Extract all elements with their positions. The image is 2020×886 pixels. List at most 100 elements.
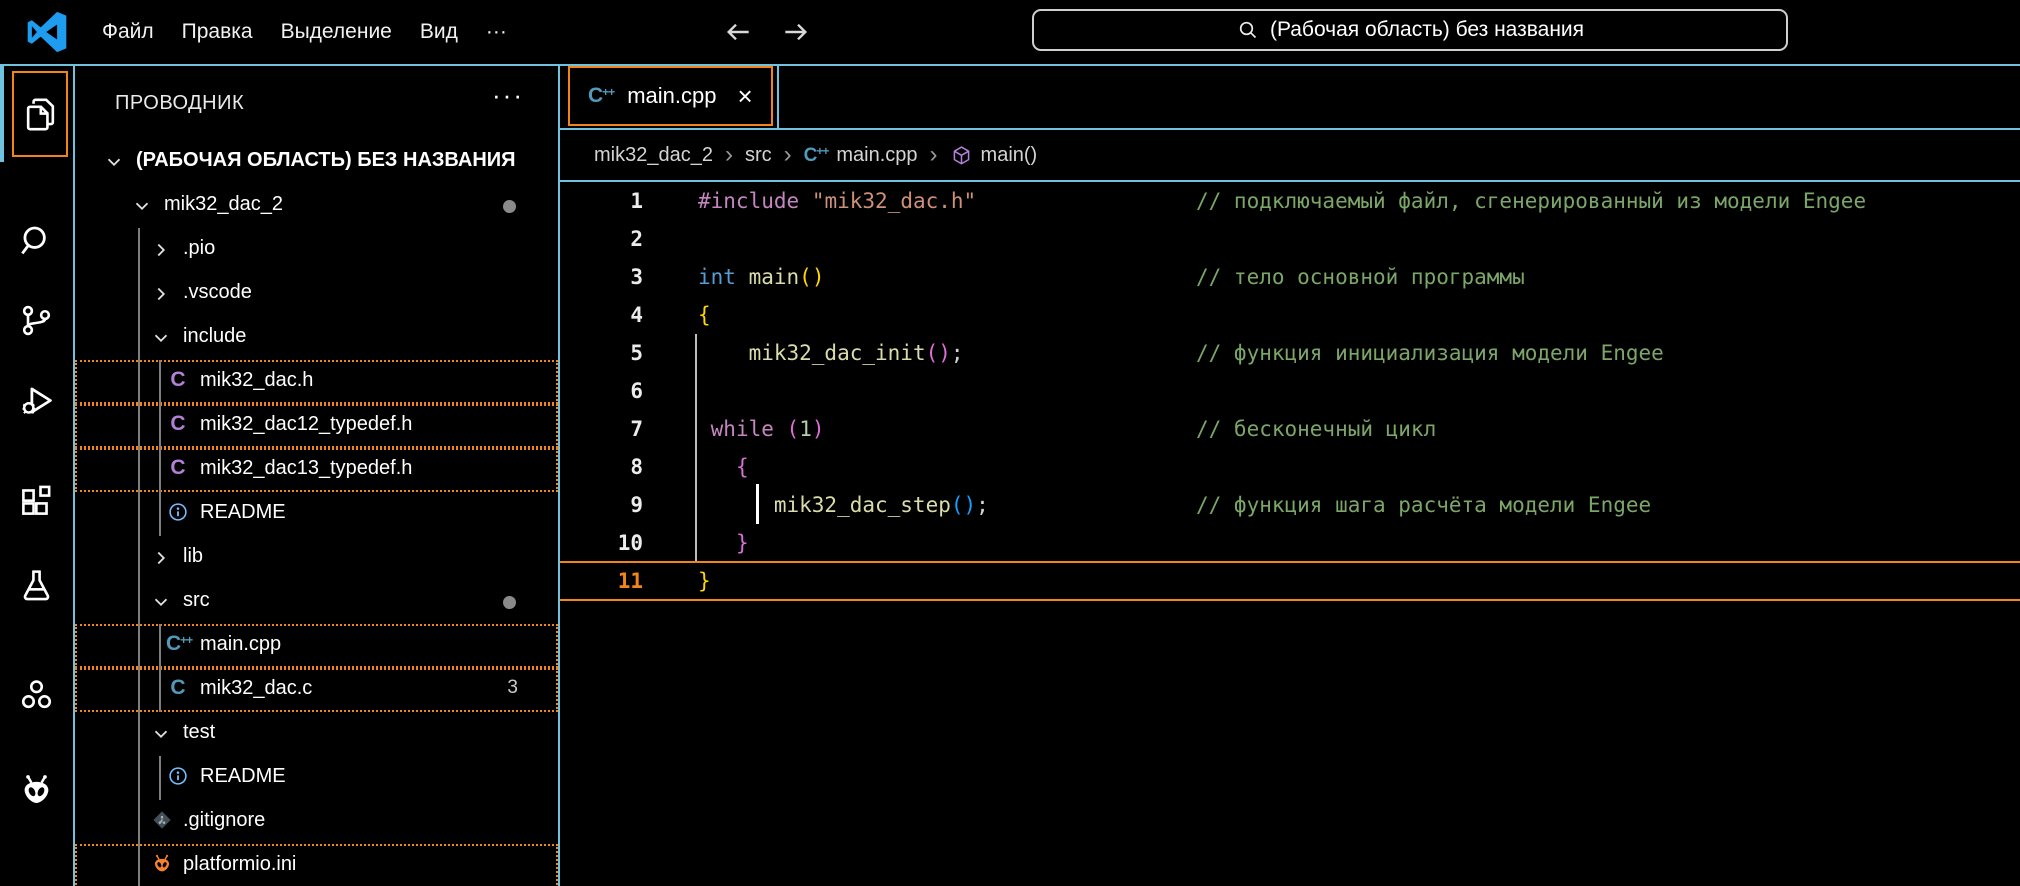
tree-item-main.cpp[interactable]: C++main.cpp (75, 624, 558, 668)
chevron-down-icon (150, 591, 172, 613)
line-number[interactable]: 2 (560, 220, 643, 258)
breadcrumb-separator: › (784, 145, 792, 165)
line-number[interactable]: 4 (560, 296, 643, 334)
chevron-right-icon (150, 239, 172, 261)
tree-item-label: README (200, 501, 286, 524)
modified-dot (503, 596, 516, 609)
breadcrumb-file[interactable]: C++ main.cpp (804, 144, 918, 167)
menu-more[interactable]: ··· (472, 14, 521, 50)
breadcrumb-separator: › (930, 145, 938, 165)
back-arrow-icon[interactable] (722, 16, 754, 48)
tree-item-mik32_dac13_typedef.h[interactable]: Cmik32_dac13_typedef.h (75, 448, 558, 492)
sidebar-more-actions[interactable]: ··· (492, 80, 524, 111)
menu-file[interactable]: Файл (88, 14, 168, 50)
tree-item-(РАБОЧАЯ ОБЛАСТЬ) БЕЗ НАЗВАНИЯ[interactable]: (РАБОЧАЯ ОБЛАСТЬ) БЕЗ НАЗВАНИЯ (75, 140, 558, 184)
line-number[interactable]: 10 (560, 524, 643, 562)
activitybar-circles[interactable] (0, 654, 73, 734)
code-line-9[interactable]: 9 mik32_dac_step();// функция шага расчё… (560, 486, 2020, 524)
chevron-down-icon (150, 723, 172, 745)
line-number[interactable]: 7 (560, 410, 643, 448)
c-source-icon: C (166, 676, 190, 700)
line-number[interactable]: 3 (560, 258, 643, 296)
line-number[interactable]: 9 (560, 486, 643, 524)
activitybar-explorer[interactable] (0, 66, 73, 162)
activitybar-search[interactable] (0, 200, 73, 280)
tree-item-.gitignore[interactable]: .gitignore (75, 800, 558, 844)
tree-item-mik32_dac.h[interactable]: Cmik32_dac.h (75, 360, 558, 404)
menu-selection[interactable]: Выделение (267, 14, 406, 50)
code-editor[interactable]: 1#include "mik32_dac.h"// подключаемый ф… (560, 182, 2020, 600)
symbol-cube-icon (950, 144, 973, 167)
line-number[interactable]: 5 (560, 334, 643, 372)
line-number[interactable]: 8 (560, 448, 643, 486)
three-circles-icon (18, 676, 55, 713)
tree-item-mik32_dac12_typedef.h[interactable]: Cmik32_dac12_typedef.h (75, 404, 558, 448)
tree-item-platformio.ini[interactable]: platformio.ini (75, 844, 558, 886)
tree-item-include[interactable]: include (75, 316, 558, 360)
tree-item-test[interactable]: test (75, 712, 558, 756)
code-line-2[interactable]: 2 (560, 220, 2020, 258)
code-line-3[interactable]: 3 int main() // тело основной программы (560, 258, 2020, 296)
tree-item-.vscode[interactable]: .vscode (75, 272, 558, 316)
tree-item-.pio[interactable]: .pio (75, 228, 558, 272)
tree-item-label: (РАБОЧАЯ ОБЛАСТЬ) БЕЗ НАЗВАНИЯ (136, 149, 516, 172)
activitybar-active-indicator (0, 66, 4, 162)
chevron-down-icon (150, 327, 172, 349)
activitybar-run-debug[interactable] (0, 360, 73, 440)
tree-item-label: platformio.ini (183, 853, 296, 876)
tree-item-label: mik32_dac.h (200, 369, 313, 392)
tree-item-src[interactable]: src (75, 580, 558, 624)
breadcrumb-symbol[interactable]: main() (950, 144, 1038, 167)
tab-close-icon[interactable]: × (737, 81, 752, 112)
files-icon (22, 96, 59, 133)
search-icon (1236, 18, 1260, 42)
breadcrumb-project[interactable]: mik32_dac_2 (594, 144, 713, 167)
tree-item-mik32_dac_2[interactable]: mik32_dac_2 (75, 184, 558, 228)
activitybar-extensions[interactable] (0, 460, 73, 540)
menu-edit[interactable]: Правка (168, 14, 267, 50)
tree-item-label: src (183, 589, 210, 612)
code-line-1[interactable]: 1#include "mik32_dac.h"// подключаемый ф… (560, 182, 2020, 220)
tree-item-label: mik32_dac12_typedef.h (200, 413, 412, 436)
breadcrumb-src[interactable]: src (745, 144, 772, 167)
tab-main-cpp[interactable]: C++ main.cpp × (568, 66, 773, 126)
tree-item-label: include (183, 325, 246, 348)
menu-view[interactable]: Вид (406, 14, 472, 50)
source-control-icon (18, 302, 55, 339)
c-header-icon: C (166, 368, 190, 392)
command-center-search[interactable]: (Рабочая область) без названия (1032, 9, 1788, 51)
activitybar-testing[interactable] (0, 545, 73, 625)
chevron-right-icon (150, 547, 172, 569)
code-line-4[interactable]: 4{ (560, 296, 2020, 334)
code-text: } (698, 524, 749, 562)
indent-guide (138, 228, 140, 886)
tree-item-README[interactable]: README (75, 492, 558, 536)
tree-item-label: .pio (183, 237, 215, 260)
code-line-10[interactable]: 10 } (560, 524, 2020, 562)
line-number[interactable]: 6 (560, 372, 643, 410)
code-comment: // тело основной программы (1196, 258, 1525, 296)
code-text: mik32_dac_init(); (698, 334, 964, 372)
platformio-alien-icon (18, 772, 55, 809)
tree-item-README[interactable]: README (75, 756, 558, 800)
code-line-6[interactable]: 6 (560, 372, 2020, 410)
readme-info-icon (166, 764, 190, 787)
code-text: { (698, 448, 749, 486)
code-text: int main() (698, 258, 824, 296)
tab-label: main.cpp (627, 83, 716, 109)
tree-item-label: .vscode (183, 281, 252, 304)
forward-arrow-icon[interactable] (780, 16, 812, 48)
activitybar-platformio[interactable] (0, 750, 73, 830)
activitybar-source-control[interactable] (0, 280, 73, 360)
c-header-icon: C (166, 412, 190, 436)
code-line-11[interactable]: 11} (560, 562, 2020, 600)
tree-item-mik32_dac.c[interactable]: Cmik32_dac.c3 (75, 668, 558, 712)
line-number[interactable]: 1 (560, 182, 643, 220)
tree-item-label: README (200, 765, 286, 788)
tree-item-label: mik32_dac13_typedef.h (200, 457, 412, 480)
line-number[interactable]: 11 (560, 562, 643, 600)
tree-item-lib[interactable]: lib (75, 536, 558, 580)
code-line-7[interactable]: 7 while (1)// бесконечный цикл (560, 410, 2020, 448)
code-line-8[interactable]: 8 { (560, 448, 2020, 486)
code-line-5[interactable]: 5 mik32_dac_init();// функция инициализа… (560, 334, 2020, 372)
